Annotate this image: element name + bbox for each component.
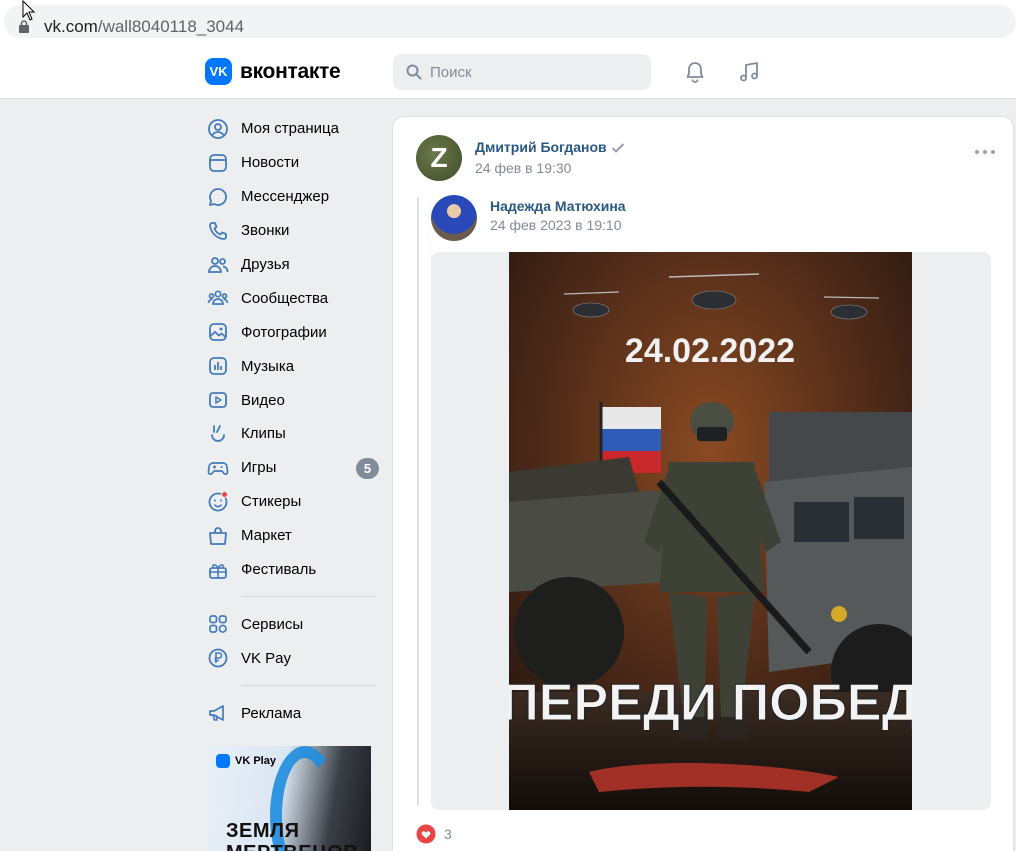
- nav-market[interactable]: Маркет: [207, 519, 379, 553]
- like-count: 3: [444, 826, 452, 842]
- nav-video[interactable]: Видео: [207, 383, 379, 417]
- search-input[interactable]: [430, 63, 630, 81]
- nav-label: VK Pay: [241, 649, 292, 667]
- ad-title: ЗЕМЛЯ МЕРТВЕЦОВ: [226, 820, 358, 851]
- user-circle-icon: [208, 119, 228, 139]
- stickers-icon: [208, 490, 228, 512]
- nav-friends[interactable]: Друзья: [207, 248, 379, 282]
- more-options-icon[interactable]: [975, 147, 995, 157]
- festival-icon: [209, 563, 227, 579]
- search-box[interactable]: [393, 54, 651, 90]
- nav-divider: [241, 685, 376, 687]
- nav-ads[interactable]: Реклама: [207, 696, 379, 730]
- nav-label: Новости: [241, 154, 300, 172]
- nav-label: Сервисы: [241, 615, 304, 633]
- nav-news[interactable]: Новости: [207, 146, 379, 180]
- megaphone-icon: [209, 705, 224, 722]
- friends-icon: [208, 256, 229, 273]
- vk-logo[interactable]: VK вконтакте: [205, 58, 341, 85]
- nav-clips[interactable]: Клипы: [207, 417, 379, 451]
- repost-line: [417, 197, 419, 805]
- ad-banner[interactable]: VK Play ЗЕМЛЯ МЕРТВЕЦОВ: [208, 746, 371, 851]
- author-avatar[interactable]: Z: [416, 135, 462, 181]
- nav-games[interactable]: Игры 5: [207, 451, 379, 485]
- nav-festival[interactable]: Фестиваль: [207, 553, 379, 587]
- services-icon: [209, 615, 227, 634]
- repost-author-avatar[interactable]: [431, 195, 477, 241]
- author-name[interactable]: Дмитрий Богданов: [475, 139, 607, 155]
- market-icon: [209, 526, 227, 545]
- vk-logo-mark: VK: [205, 58, 232, 85]
- nav-label: Мессенджер: [241, 188, 330, 206]
- nav-my-page[interactable]: Моя страница: [207, 112, 379, 146]
- heart-icon: [416, 824, 436, 844]
- nav-messenger[interactable]: Мессенджер: [207, 180, 379, 214]
- repost-author-name[interactable]: Надежда Матюхина: [490, 198, 626, 214]
- left-nav: Моя страница Новости Мессенджер Звонки Д…: [207, 112, 379, 730]
- phone-icon: [209, 221, 227, 240]
- nav-label: Фестиваль: [241, 561, 317, 579]
- vkpay-icon: [208, 648, 228, 668]
- verified-check-icon: [612, 143, 624, 153]
- post-photo[interactable]: 24.02.2022 ВПЕРЕДИ ПОБЕДА: [509, 252, 912, 810]
- nav-label: Музыка: [241, 357, 295, 375]
- clips-icon: [211, 425, 225, 442]
- games-count-badge: 5: [356, 457, 379, 479]
- nav-label: Видео: [241, 391, 285, 409]
- wall-post: Z Дмитрий Богданов 24 фев в 19:30 Надежд…: [392, 116, 1014, 851]
- nav-stickers[interactable]: Стикеры: [207, 485, 379, 519]
- vk-play-logo-icon: [216, 754, 230, 768]
- music-icon: [209, 357, 227, 376]
- post-date[interactable]: 24 фев в 19:30: [475, 160, 571, 176]
- music-note-icon[interactable]: [737, 60, 761, 84]
- ad-brand: VK Play: [216, 754, 276, 768]
- photos-icon: [209, 323, 227, 342]
- nav-label: Звонки: [241, 222, 290, 240]
- bell-icon[interactable]: [683, 60, 707, 84]
- nav-music[interactable]: Музыка: [207, 349, 379, 383]
- poster-artwork: 24.02.2022 ВПЕРЕДИ ПОБЕДА: [509, 252, 912, 810]
- games-icon: [207, 461, 229, 475]
- news-icon: [209, 153, 227, 172]
- search-icon: [406, 64, 422, 80]
- nav-label: Фотографии: [241, 323, 327, 341]
- nav-label: Игры: [241, 459, 277, 477]
- nav-label: Друзья: [241, 256, 290, 273]
- nav-calls[interactable]: Звонки: [207, 214, 379, 248]
- nav-communities[interactable]: Сообщества: [207, 281, 379, 315]
- communities-icon: [207, 290, 229, 306]
- post-photo-container[interactable]: 24.02.2022 ВПЕРЕДИ ПОБЕДА: [431, 252, 991, 810]
- mouse-cursor-icon: [22, 0, 36, 21]
- nav-label: Маркет: [241, 527, 292, 545]
- message-icon: [209, 187, 227, 206]
- url-text: vk.com/wall8040118_3044: [44, 17, 245, 36]
- nav-services[interactable]: Сервисы: [207, 607, 379, 641]
- nav-label: Реклама: [241, 704, 302, 722]
- nav-label: Сообщества: [241, 289, 329, 307]
- site-header: VK вконтакте: [0, 44, 1016, 99]
- nav-label: Клипы: [241, 425, 286, 443]
- vk-logo-text: вконтакте: [240, 59, 341, 83]
- nav-photos[interactable]: Фотографии: [207, 315, 379, 349]
- nav-label: Стикеры: [241, 493, 302, 511]
- nav-divider: [241, 596, 376, 598]
- url-field[interactable]: vk.com/wall8040118_3044: [4, 5, 1016, 38]
- video-icon: [209, 392, 227, 408]
- nav-vk-pay[interactable]: VK Pay: [207, 641, 379, 675]
- nav-label: Моя страница: [241, 120, 339, 138]
- poster-slogan-text: ВПЕРЕДИ ПОБЕДА: [509, 674, 912, 732]
- repost-date[interactable]: 24 фев 2023 в 19:10: [490, 217, 622, 233]
- like-button[interactable]: 3: [416, 824, 452, 844]
- browser-address-bar: vk.com/wall8040118_3044: [0, 0, 1016, 44]
- poster-date-text: 24.02.2022: [625, 332, 795, 370]
